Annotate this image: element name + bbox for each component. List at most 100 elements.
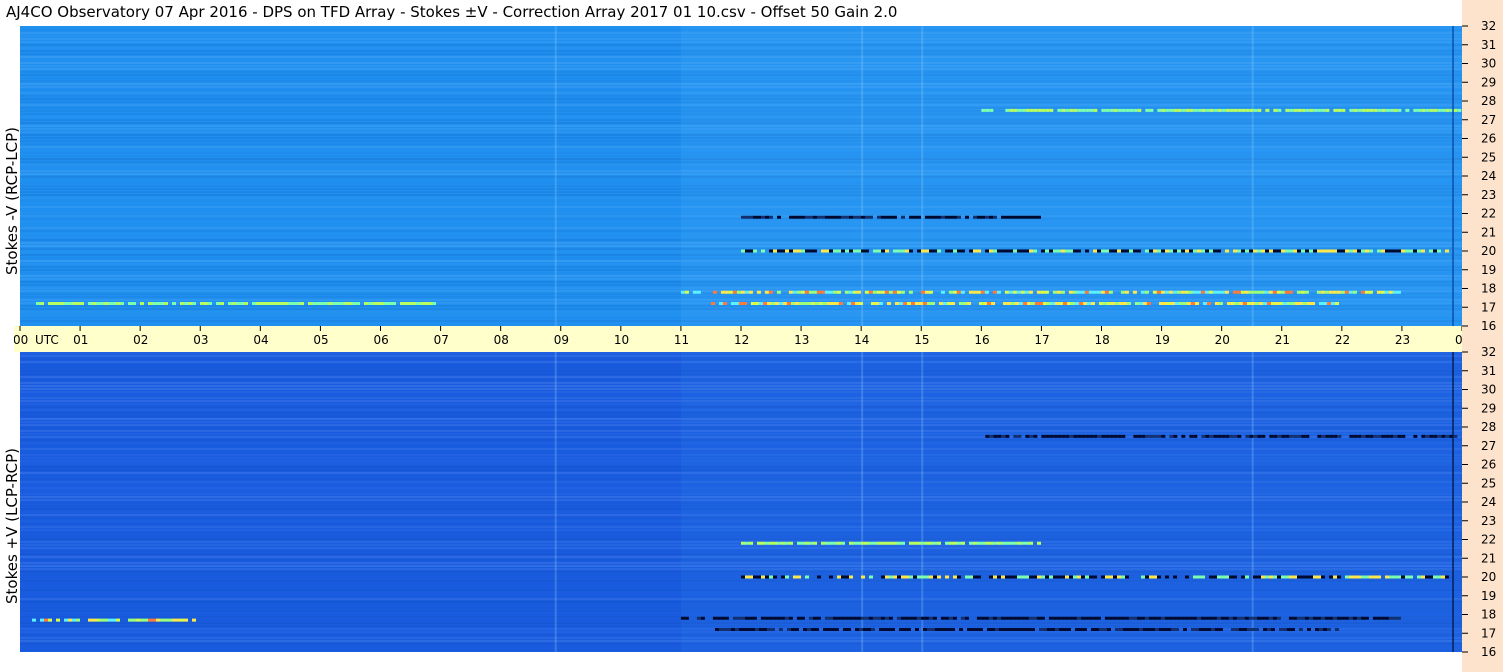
streak-cell (1224, 290, 1229, 294)
streak-cell (1056, 290, 1061, 294)
streak-cell (893, 575, 897, 579)
streak-cell (400, 302, 405, 305)
streak-cell (1253, 249, 1257, 253)
streak-cell (1373, 108, 1378, 112)
streak-cell (1433, 249, 1437, 253)
signal-streak (36, 302, 437, 305)
streak-cell (1072, 616, 1077, 620)
streak-cell (965, 215, 969, 219)
streak-cell (1041, 108, 1046, 112)
streak-cell (1208, 616, 1213, 620)
streak-cell (821, 249, 825, 253)
streak-cell (1348, 290, 1353, 294)
streak-cell (1332, 616, 1337, 620)
streak-cell (1293, 108, 1298, 112)
streak-cell (769, 215, 773, 219)
streak-cell (777, 541, 781, 545)
streak-cell (769, 541, 773, 545)
streak-cell (732, 616, 737, 620)
streak-cell (1153, 575, 1157, 579)
streak-cell (244, 302, 249, 305)
streak-cell (1146, 302, 1151, 305)
freq-tick-label: 20 (1481, 244, 1496, 258)
streak-cell (765, 575, 769, 579)
streak-cell (1021, 249, 1025, 253)
freq-tick-label: 29 (1481, 75, 1496, 89)
streak-cell (1200, 290, 1205, 294)
streak-cell (900, 290, 905, 294)
streak-cell (1365, 249, 1369, 253)
streak-cell (762, 302, 767, 305)
streak-cell (1161, 434, 1166, 438)
streak-cell (1196, 290, 1201, 294)
streak-cell (898, 628, 903, 631)
streak-cell (813, 215, 817, 219)
streak-cell (773, 249, 777, 253)
streak-cell (1016, 616, 1021, 620)
streak-cell (861, 541, 865, 545)
streak-cell (684, 616, 689, 620)
streak-cell (1389, 249, 1393, 253)
freq-tick-label: 21 (1481, 225, 1496, 239)
streak-cell (1296, 616, 1301, 620)
streak-cell (782, 302, 787, 305)
streak-cell (1189, 434, 1194, 438)
streak-cell (1393, 249, 1397, 253)
streak-cell (873, 249, 877, 253)
streak-cell (1048, 616, 1053, 620)
streak-cell (1340, 290, 1345, 294)
streak-cell (176, 618, 181, 622)
streak-cell (1154, 628, 1159, 631)
streak-cell (1149, 108, 1154, 112)
streak-cell (949, 541, 953, 545)
streak-cell (902, 628, 907, 631)
streak-cell (1209, 434, 1214, 438)
streak-cell (789, 249, 793, 253)
streak-cell (1182, 628, 1187, 631)
streak-cell (1285, 575, 1289, 579)
streak-cell (1296, 290, 1301, 294)
streak-cell (881, 215, 885, 219)
streak-cell (1233, 575, 1237, 579)
streak-cell (1245, 434, 1250, 438)
streak-cell (781, 541, 785, 545)
streak-cell (1318, 628, 1323, 631)
streak-cell (1084, 290, 1089, 294)
streak-cell (208, 302, 213, 305)
streak-cell (732, 290, 737, 294)
streak-cell (144, 618, 149, 622)
streak-cell (1425, 575, 1429, 579)
streak-cell (680, 290, 685, 294)
streak-cell (853, 215, 857, 219)
streak-cell (744, 290, 749, 294)
streak-cell (809, 541, 813, 545)
streak-cell (1092, 290, 1097, 294)
streak-cell (805, 249, 809, 253)
streak-cell (1041, 434, 1046, 438)
streak-cell (1060, 616, 1065, 620)
streak-cell (906, 302, 911, 305)
streak-cell (797, 575, 801, 579)
streak-cell (1013, 541, 1017, 545)
streak-cell (985, 108, 990, 112)
streak-cell (1248, 616, 1253, 620)
streak-cell (901, 541, 905, 545)
streak-cell (1085, 575, 1089, 579)
streak-cell (1108, 290, 1113, 294)
streak-cell (894, 302, 899, 305)
streak-cell (1077, 108, 1082, 112)
streak-cell (1364, 616, 1369, 620)
streak-cell (900, 616, 905, 620)
streak-cell (993, 541, 997, 545)
streak-cell (1045, 575, 1049, 579)
streak-cell (432, 302, 437, 305)
streak-cell (1381, 108, 1386, 112)
streak-cell (1301, 249, 1305, 253)
streak-cell (1357, 249, 1361, 253)
streak-cell (1376, 616, 1381, 620)
freq-tick-label: 19 (1481, 589, 1496, 603)
streak-cell (1042, 302, 1047, 305)
streak-cell (1253, 575, 1257, 579)
time-tick-label: 14 (854, 333, 869, 347)
vertical-artifact (921, 352, 924, 652)
